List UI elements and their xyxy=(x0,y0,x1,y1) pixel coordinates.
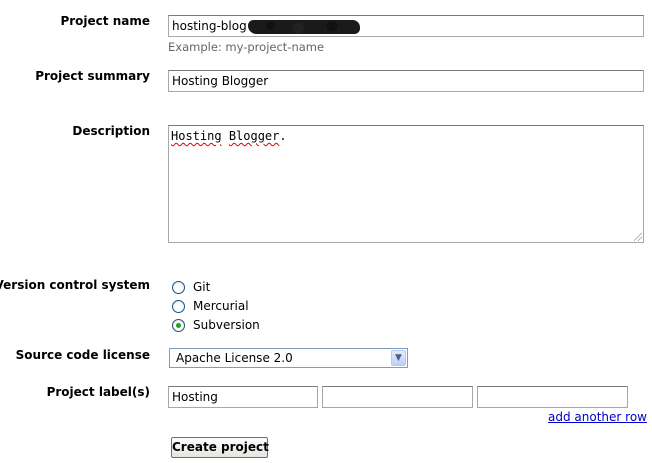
project-labels-label: Project label(s) xyxy=(46,385,150,399)
project-name-label: Project name xyxy=(60,14,150,28)
project-summary-label: Project summary xyxy=(35,69,150,83)
vcs-option-label: Mercurial xyxy=(193,299,249,313)
vcs-option-mercurial[interactable]: Mercurial xyxy=(172,298,249,314)
resize-grip-icon[interactable] xyxy=(634,233,642,241)
create-project-button[interactable]: Create project xyxy=(171,437,269,458)
description-label: Description xyxy=(72,124,150,138)
project-label-value: Hosting xyxy=(172,390,218,404)
project-label-input-3[interactable] xyxy=(477,386,628,408)
project-name-hint: Example: my-project-name xyxy=(168,40,325,54)
vcs-option-git[interactable]: Git xyxy=(172,279,210,295)
project-label-input-2[interactable] xyxy=(322,386,473,408)
license-selected-value: Apache License 2.0 xyxy=(176,351,293,365)
redaction-mark xyxy=(247,19,360,34)
radio-checked-icon[interactable] xyxy=(172,318,185,332)
license-label: Source code license xyxy=(15,348,150,362)
project-name-input[interactable]: hosting-blog xyxy=(168,15,644,37)
chevron-down-icon[interactable]: ▼ xyxy=(391,350,406,366)
vcs-label: Version control system xyxy=(0,278,150,292)
description-suffix: . xyxy=(279,129,287,143)
license-select[interactable]: Apache License 2.0 ▼ xyxy=(169,348,408,368)
description-word-2: Blogger xyxy=(228,129,280,143)
vcs-option-label: Subversion xyxy=(193,318,260,332)
vcs-option-subversion[interactable]: Subversion xyxy=(172,317,260,333)
project-summary-value: Hosting Blogger xyxy=(172,74,269,88)
vcs-option-label: Git xyxy=(193,280,211,294)
add-another-row-link[interactable]: add another row xyxy=(548,410,647,424)
description-word-1: Hosting xyxy=(171,129,222,143)
project-label-input-1[interactable]: Hosting xyxy=(168,386,318,408)
project-summary-input[interactable]: Hosting Blogger xyxy=(168,70,644,92)
project-name-value: hosting-blog xyxy=(172,19,247,33)
description-textarea[interactable]: Hosting Blogger. xyxy=(168,125,644,243)
radio-icon[interactable] xyxy=(172,299,185,313)
radio-icon[interactable] xyxy=(172,280,185,294)
